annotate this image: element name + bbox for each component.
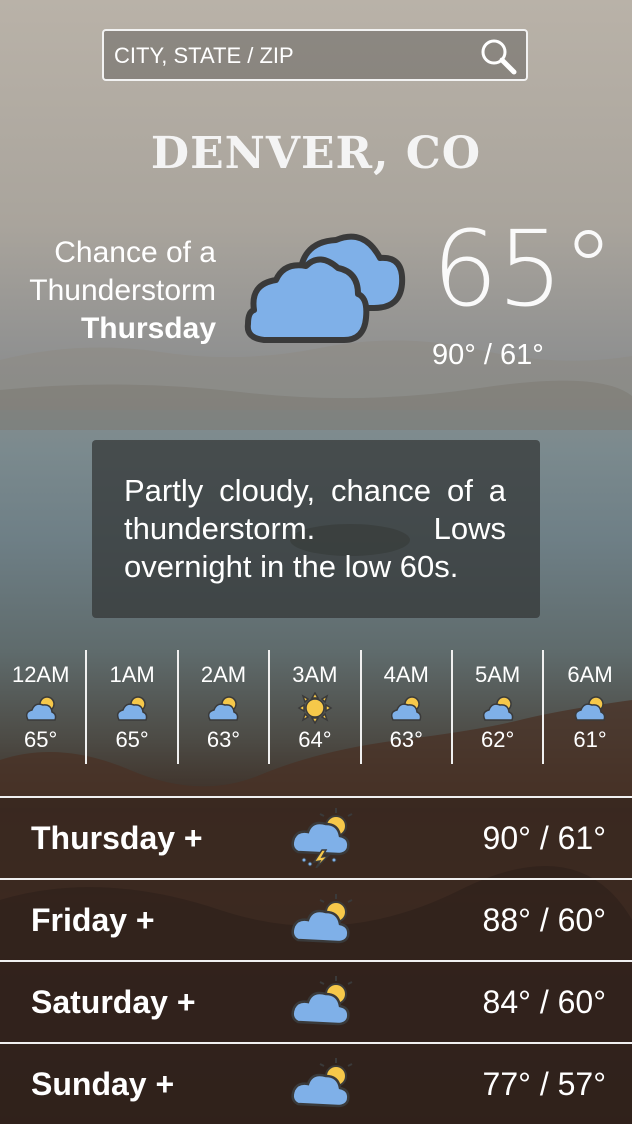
partly-cloudy-icon [117, 696, 148, 721]
hour-time: 5AM [475, 662, 521, 687]
daily-row-sunday[interactable]: Sunday + 77° / 57° [0, 1042, 632, 1124]
forecast-description: Partly cloudy, chance of a thunderstorm.… [92, 440, 540, 618]
hourly-item: 12AM 65° [0, 650, 88, 764]
hourly-item: 1AM 65° [87, 650, 179, 764]
partly-cloudy-icon [574, 696, 606, 721]
hour-temp: 63° [206, 727, 241, 752]
condition-line-1: Chance of a [54, 236, 216, 269]
search-bar [102, 29, 528, 81]
hourly-item: 3AM 64° [270, 650, 362, 764]
partly-cloudy-icon [391, 696, 422, 721]
partly-cloudy-icon [482, 696, 513, 721]
hourly-item: 5AM 62° [453, 650, 545, 764]
daily-row-thursday[interactable]: Thursday + 90° / 61° [0, 796, 632, 878]
city-title: DENVER, CO [150, 128, 482, 179]
hour-time: 1AM [109, 662, 155, 687]
hour-temp: 64° [298, 727, 332, 752]
daily-row-saturday[interactable]: Saturday + 84° / 60° [0, 960, 632, 1042]
daily-day: Thursday + [31, 820, 203, 856]
current-temperature: 65° [432, 208, 614, 330]
hour-time: 3AM [292, 662, 338, 687]
search-button[interactable] [478, 37, 518, 75]
hour-time: 2AM [200, 662, 247, 687]
condition-line-2: Thunderstorm [29, 274, 216, 307]
search-input[interactable] [104, 31, 476, 81]
cloudy-icon [244, 233, 406, 343]
hour-temp: 63° [389, 727, 423, 752]
current-condition: Chance of a Thunderstorm Thursday [29, 234, 216, 348]
current-day: Thursday [80, 312, 216, 345]
daily-range: 90° / 61° [482, 820, 606, 856]
daily-day: Friday + [31, 902, 155, 938]
partly-cloudy-icon [291, 894, 353, 944]
hourly-item: 2AM 63° [179, 650, 271, 764]
partly-cloudy-icon [25, 696, 56, 721]
daily-range: 88° / 60° [482, 902, 606, 938]
daily-forecast: Thursday + 90° / 61° Friday + 88° / 60° … [0, 796, 632, 1124]
partly-cloudy-icon [208, 696, 239, 721]
daily-range: 77° / 57° [482, 1066, 606, 1102]
hourly-item: 4AM 63° [362, 650, 453, 764]
partly-cloudy-icon [291, 1058, 353, 1108]
hour-time: 6AM [567, 662, 613, 687]
hourly-forecast: 12AM 65° 1AM 65° 2AM 63° 3AM 64° 4AM 63° [0, 650, 632, 764]
daily-day: Saturday + [31, 984, 196, 1020]
hour-temp: 65° [115, 727, 149, 752]
search-icon [481, 39, 517, 75]
current-high-low: 90° / 61° [432, 339, 544, 371]
hour-temp: 61° [573, 727, 607, 752]
daily-row-friday[interactable]: Friday + 88° / 60° [0, 878, 632, 960]
daily-day: Sunday + [31, 1066, 175, 1102]
hour-temp: 62° [481, 727, 515, 752]
daily-range: 84° / 60° [482, 984, 606, 1020]
sun-icon [297, 692, 333, 724]
hour-temp: 65° [24, 727, 58, 752]
hourly-item: 6AM 61° [544, 650, 632, 764]
hour-time: 12AM [11, 662, 70, 687]
partly-cloudy-icon [291, 976, 353, 1026]
hour-time: 4AM [383, 662, 429, 687]
thunderstorm-icon [291, 808, 353, 868]
